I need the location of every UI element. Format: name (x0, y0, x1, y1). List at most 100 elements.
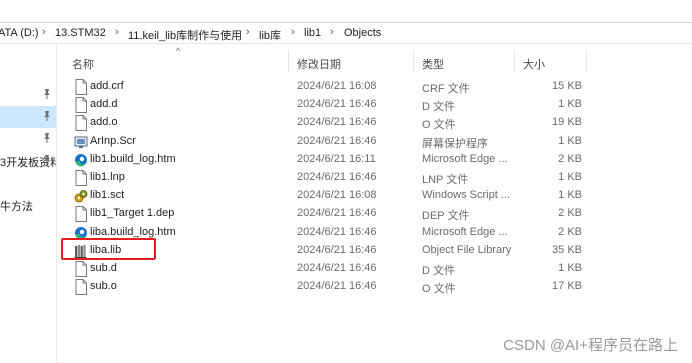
nav-item-label: 牛方法 (0, 201, 33, 213)
breadcrumb-separator[interactable]: › (246, 26, 250, 38)
edge-icon (74, 152, 88, 168)
file-date: 2024/6/21 16:46 (297, 243, 377, 256)
file-type: Windows Script ... (422, 189, 511, 202)
file-size: 35 KB (552, 243, 582, 256)
file-size: 17 KB (552, 280, 582, 293)
file-icon (74, 206, 88, 223)
file-size: 19 KB (552, 116, 582, 129)
file-row[interactable]: lib1.lnp 2024/6/21 16:46 LNP 文件 1 KB (60, 169, 600, 187)
file-icon (74, 97, 88, 114)
highlight-annotation (61, 238, 156, 260)
file-date: 2024/6/21 16:08 (297, 80, 377, 92)
file-name[interactable]: sub.o (90, 280, 117, 292)
file-row[interactable]: sub.d 2024/6/21 16:46 D 文件 1 KB (60, 260, 600, 278)
file-size: 15 KB (552, 80, 582, 92)
file-name[interactable]: lib1.sct (90, 189, 124, 201)
sort-ascending-icon[interactable]: ^ (176, 46, 180, 56)
file-type: O 文件 (422, 119, 456, 132)
file-type: 屏幕保护程序 (422, 137, 488, 150)
file-type: CRF 文件 (422, 83, 470, 95)
file-date: 2024/6/21 16:46 (297, 171, 377, 183)
nav-item-quick-access-1[interactable] (0, 84, 56, 106)
file-type: Microsoft Edge ... (422, 152, 508, 165)
column-divider[interactable] (514, 50, 515, 72)
pin-icon (44, 155, 50, 165)
file-size: 1 KB (558, 171, 582, 183)
column-divider[interactable] (586, 50, 587, 72)
column-divider[interactable] (413, 50, 414, 72)
file-icon (74, 79, 88, 95)
file-date: 2024/6/21 16:46 (297, 116, 377, 129)
file-size: 2 KB (558, 152, 582, 165)
file-row[interactable]: sub.o 2024/6/21 16:46 O 文件 17 KB (60, 278, 600, 296)
file-icon (74, 279, 88, 296)
file-type: D 文件 (422, 265, 455, 277)
breadcrumb-lib1[interactable]: lib1 (304, 27, 321, 39)
breadcrumb-separator[interactable]: › (330, 26, 334, 38)
file-icon (74, 170, 88, 186)
file-name[interactable]: lib1.build_log.htm (90, 153, 176, 165)
file-name[interactable]: liba.build_log.htm (90, 226, 176, 238)
file-row[interactable]: ArInp.Scr 2024/6/21 16:46 屏幕保护程序 1 KB (60, 133, 600, 151)
file-type: O 文件 (422, 283, 456, 296)
column-header-name[interactable]: 名称 (72, 56, 94, 78)
file-date: 2024/6/21 16:46 (297, 225, 377, 238)
breadcrumb-separator[interactable]: › (291, 26, 295, 38)
file-name[interactable]: add.o (90, 116, 118, 128)
file-icon (74, 115, 88, 132)
navigation-pane: 3开发板资料 牛方法 (0, 44, 57, 363)
screensaver-icon (74, 134, 88, 150)
file-type: D 文件 (422, 101, 455, 114)
file-size: 1 KB (558, 262, 582, 274)
file-type: DEP 文件 (422, 210, 470, 223)
file-name[interactable]: lib1_Target 1.dep (90, 207, 174, 219)
file-size: 2 KB (558, 225, 582, 238)
nav-item-method[interactable]: 牛方法 (0, 194, 56, 216)
file-date: 2024/6/21 16:46 (297, 262, 377, 274)
nav-item-quick-access-3[interactable] (0, 128, 56, 150)
column-header-date[interactable]: 修改日期 (297, 56, 341, 78)
column-header-size[interactable]: 大小 (523, 56, 545, 78)
file-row[interactable]: lib1_Target 1.dep 2024/6/21 16:46 DEP 文件 2 … (60, 205, 600, 223)
file-type: LNP 文件 (422, 174, 469, 186)
breadcrumb-objects[interactable]: Objects (344, 27, 381, 39)
file-size: 1 KB (558, 134, 582, 147)
file-name[interactable]: add.d (90, 98, 118, 110)
file-name[interactable]: sub.d (90, 262, 117, 274)
nav-item-dev-board[interactable]: 3开发板资料 (0, 150, 56, 172)
column-header-type[interactable]: 类型 (422, 56, 444, 78)
watermark: CSDN @AI+程序员在路上 (503, 337, 678, 354)
file-size: 2 KB (558, 207, 582, 220)
file-row[interactable]: lib1.build_log.htm 2024/6/21 16:11 Microso… (60, 151, 600, 169)
nav-item-quick-access-2[interactable] (0, 106, 56, 128)
breadcrumb-stm32[interactable]: 13.STM32 (55, 27, 106, 39)
file-row[interactable]: add.d 2024/6/21 16:46 D 文件 1 KB (60, 96, 600, 114)
file-type: Microsoft Edge ... (422, 225, 508, 238)
file-row[interactable]: lib1.sct 2024/6/21 16:08 Windows Script ..… (60, 187, 600, 205)
breadcrumb-lib-ku[interactable]: lib库 (259, 27, 281, 43)
breadcrumb-keil-lib[interactable]: 11.keil_lib库制作与使用 (128, 27, 242, 43)
file-date: 2024/6/21 16:46 (297, 280, 377, 293)
pin-icon (44, 133, 50, 143)
file-date: 2024/6/21 16:46 (297, 134, 377, 147)
pin-icon (44, 89, 50, 99)
file-size: 1 KB (558, 189, 582, 202)
address-bar[interactable]: ATA (D:) › 13.STM32 › 11.keil_lib库制作与使用 … (0, 22, 692, 44)
file-name[interactable]: add.crf (90, 80, 124, 92)
file-name[interactable]: ArInp.Scr (90, 135, 136, 147)
file-name[interactable]: lib1.lnp (90, 171, 125, 183)
file-size: 1 KB (558, 98, 582, 111)
file-row[interactable]: add.crf 2024/6/21 16:08 CRF 文件 15 KB (60, 78, 600, 96)
script-icon (74, 188, 88, 204)
file-date: 2024/6/21 16:46 (297, 207, 377, 220)
breadcrumb-separator[interactable]: › (115, 26, 119, 38)
file-date: 2024/6/21 16:46 (297, 98, 377, 111)
file-row[interactable]: add.o 2024/6/21 16:46 O 文件 19 KB (60, 114, 600, 132)
file-date: 2024/6/21 16:11 (297, 152, 376, 165)
file-type: Object File Library (422, 243, 512, 256)
breadcrumb-separator[interactable]: › (42, 26, 46, 38)
breadcrumb-drive[interactable]: ATA (D:) (0, 27, 39, 39)
column-divider[interactable] (288, 50, 289, 72)
pin-icon (44, 111, 50, 121)
file-icon (74, 261, 88, 277)
